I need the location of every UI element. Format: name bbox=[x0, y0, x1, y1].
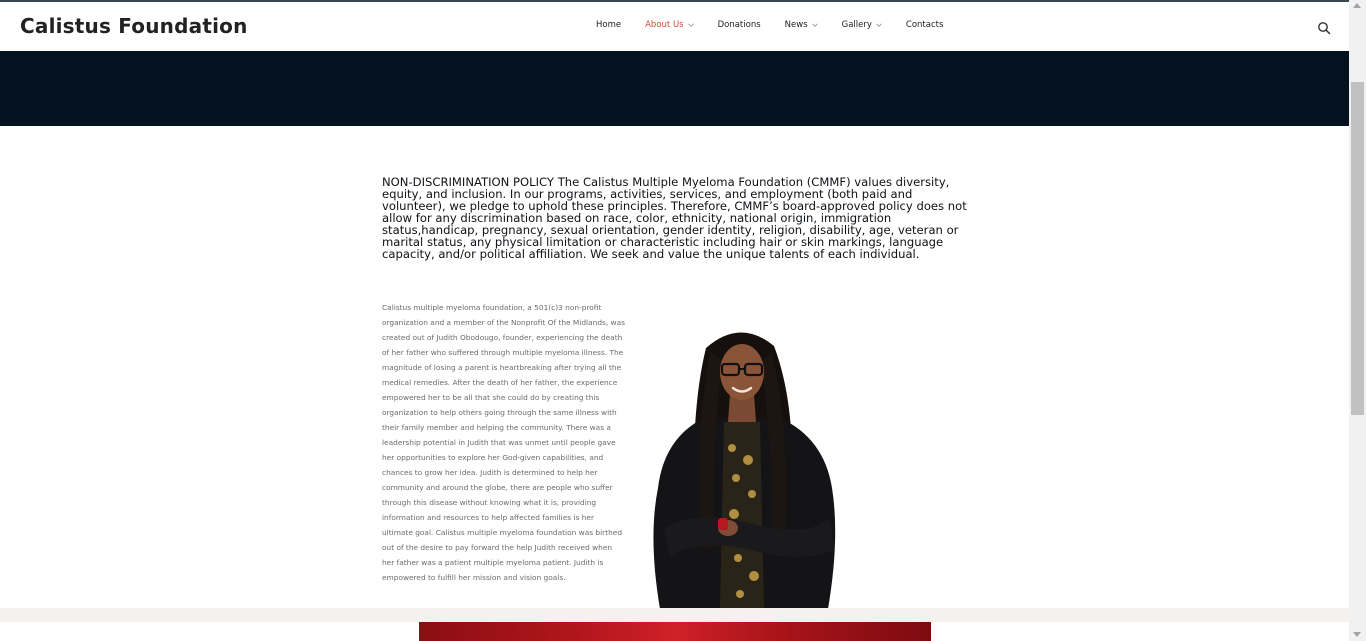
search-icon[interactable] bbox=[1317, 20, 1331, 35]
nav-item-label: About Us bbox=[645, 20, 684, 30]
nav-item-gallery[interactable]: Gallery bbox=[842, 20, 882, 30]
nav-item-home[interactable]: Home bbox=[596, 20, 621, 30]
nav-item-donations[interactable]: Donations bbox=[718, 20, 761, 30]
main-nav: Home About Us Donations News Gallery Con… bbox=[596, 20, 967, 30]
chevron-down-icon bbox=[811, 22, 818, 28]
nav-item-label: Contacts bbox=[905, 20, 944, 30]
section-divider bbox=[0, 608, 1349, 622]
nav-item-news[interactable]: News bbox=[785, 20, 818, 30]
site-logo-text[interactable]: Calistus Foundation bbox=[20, 14, 248, 38]
site-header: Calistus Foundation Home About Us Donati… bbox=[0, 2, 1349, 51]
next-section-banner-image bbox=[419, 622, 931, 641]
nav-item-label: Home bbox=[596, 20, 622, 30]
scrollbar-thumb[interactable] bbox=[1351, 82, 1364, 415]
chevron-down-icon bbox=[876, 22, 882, 28]
scroll-down-arrow-icon[interactable] bbox=[1353, 632, 1361, 637]
scroll-up-arrow-icon[interactable] bbox=[1353, 3, 1361, 8]
nav-item-label: News bbox=[784, 20, 808, 30]
page-hero-banner bbox=[0, 51, 1349, 126]
non-discrimination-policy: NON-DISCRIMINATION POLICY The Calistus M… bbox=[382, 175, 967, 261]
chevron-down-icon bbox=[687, 22, 694, 28]
nav-item-contacts[interactable]: Contacts bbox=[906, 20, 944, 30]
founder-bio: Calistus multiple myeloma foundation, a … bbox=[382, 303, 625, 582]
founder-portrait bbox=[640, 318, 844, 609]
nav-item-label: Gallery bbox=[841, 20, 872, 30]
nav-item-label: Donations bbox=[717, 20, 761, 30]
nav-item-about-us[interactable]: About Us bbox=[645, 20, 694, 30]
